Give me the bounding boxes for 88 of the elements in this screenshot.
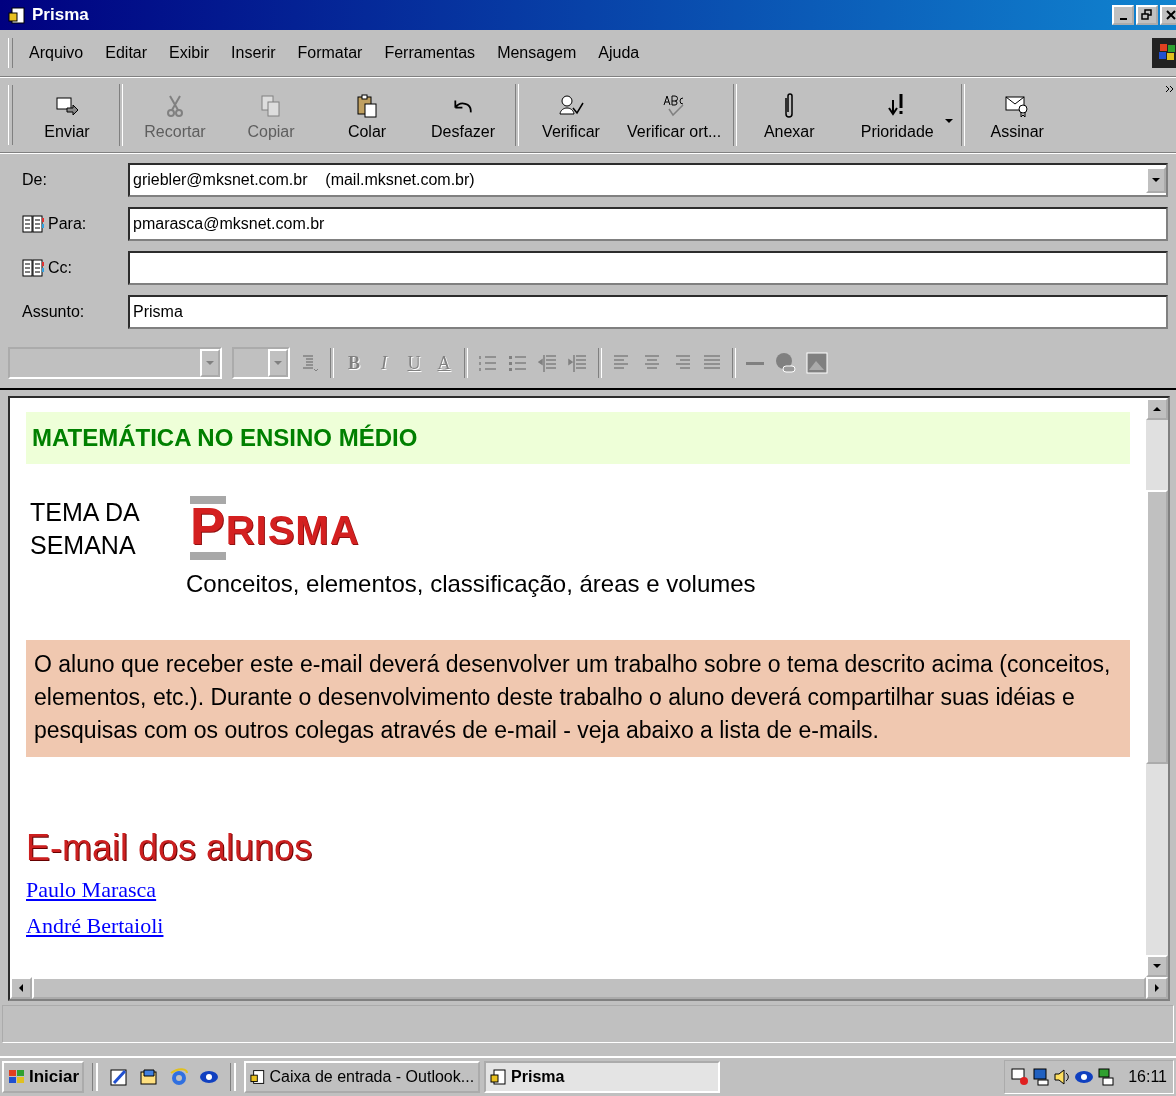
person-check-icon	[558, 94, 584, 118]
up-arrow-icon	[1153, 407, 1161, 411]
section-heading: MATEMÁTICA NO ENSINO MÉDIO	[26, 412, 1130, 464]
field-label: Para:	[48, 215, 87, 233]
vertical-scrollbar[interactable]	[1146, 398, 1168, 977]
clock: 16:11	[1128, 1068, 1167, 1086]
dropdown-button[interactable]	[1146, 167, 1166, 193]
theme-label: TEMA DA SEMANA	[29, 497, 140, 561]
close-icon	[1165, 9, 1176, 21]
menu-item[interactable]: Inserir	[231, 44, 276, 62]
email-link[interactable]: Paulo Marasca	[26, 875, 157, 905]
menu-item[interactable]: Formatar	[297, 44, 363, 62]
close-button[interactable]	[1160, 5, 1176, 25]
computer-icon[interactable]	[1097, 1068, 1116, 1086]
right-arrow-icon	[1155, 984, 1159, 992]
send-icon	[55, 94, 79, 118]
increase-indent-icon	[568, 353, 588, 373]
numbered-list-icon	[478, 353, 498, 373]
inbox-icon[interactable]	[139, 1067, 160, 1087]
input-field[interactable]	[128, 251, 1168, 285]
taskbar-button[interactable]: Caixa de entrada - Outlook...	[244, 1061, 481, 1093]
network-icon[interactable]	[1011, 1068, 1030, 1086]
caret-icon	[945, 119, 954, 123]
toolbar-button[interactable]: Verificar	[523, 85, 619, 145]
document-icon	[490, 1068, 509, 1086]
toolbar-button[interactable]: Desfazer	[415, 85, 511, 145]
toolbar-button[interactable]: Assinar	[969, 85, 1066, 145]
logo: PRISMA	[190, 496, 380, 560]
pencil-icon[interactable]	[109, 1067, 130, 1087]
windows-logo-icon	[1152, 38, 1176, 68]
browser-icon[interactable]	[169, 1067, 190, 1087]
restore-icon	[1141, 9, 1153, 21]
minimize-icon	[1119, 18, 1127, 20]
decrease-indent-icon	[538, 353, 558, 373]
signed-envelope-icon	[1004, 94, 1031, 118]
address-book-icon	[22, 215, 44, 233]
email-link[interactable]: André Bertaioli	[26, 911, 164, 941]
field-label: Assunto:	[22, 303, 85, 321]
windows-logo-icon	[7, 1068, 27, 1086]
toolbar-grip[interactable]	[8, 85, 13, 145]
undo-icon	[454, 99, 472, 113]
horizontal-line-icon	[746, 361, 764, 365]
menu-item[interactable]: Editar	[105, 44, 148, 62]
restore-button[interactable]	[1136, 5, 1158, 25]
caret-icon	[1152, 178, 1160, 182]
monitor-icon[interactable]	[1032, 1068, 1051, 1086]
more-icon	[1166, 86, 1174, 92]
clipboard-icon	[355, 94, 379, 118]
taskbar-grip[interactable]	[92, 1063, 99, 1091]
toolbar-button[interactable]: Anexar	[741, 85, 838, 145]
menu-item[interactable]: Mensagem	[497, 44, 577, 62]
menu-item[interactable]: Exibir	[169, 44, 210, 62]
toolbar-button[interactable]: Enviar	[19, 85, 115, 145]
menu-item[interactable]: Arquivo	[29, 44, 84, 62]
input-field[interactable]: griebler@mksnet.com.br (mail.mksnet.com.br)	[128, 163, 1168, 197]
caret-icon	[206, 361, 214, 365]
input-field[interactable]: Prisma	[128, 295, 1168, 329]
link-icon	[774, 352, 796, 374]
menu-item[interactable]: Ajuda	[598, 44, 640, 62]
bullet-list-icon	[508, 353, 528, 373]
channel-icon[interactable]	[1074, 1068, 1095, 1086]
notice-paragraph: O aluno que receber este e-mail deverá desenvolver um trabalho sobre o tema descrito acima (conceitos, elementos, etc.). Durante o desenvolvimento deste trabalho o aluno deverá compartilhar suas idéias e pesquisas com os outros colegas através de e-mail - veja abaixo a lista de e-mails.	[26, 640, 1130, 757]
minimize-button[interactable]	[1112, 5, 1134, 25]
toolbar-button[interactable]: Verificar ort...	[619, 85, 730, 145]
list-heading: E-mail dos alunos	[26, 827, 313, 869]
document-icon	[250, 1068, 267, 1086]
left-arrow-icon	[19, 984, 23, 992]
subtitle: Conceitos, elementos, classificação, áreas e volumes	[186, 570, 756, 598]
caret-icon	[274, 361, 282, 365]
field-label: Cc:	[48, 259, 72, 277]
copy-icon	[259, 94, 283, 118]
down-arrow-icon	[1153, 964, 1161, 968]
toolbar-button[interactable]: Prioridade	[837, 85, 958, 145]
paragraph-style-icon	[300, 353, 320, 373]
window-title: Prisma	[32, 5, 89, 25]
speaker-icon[interactable]	[1053, 1068, 1072, 1086]
input-field[interactable]: pmarasca@mksnet.com.br	[128, 207, 1168, 241]
taskbar-grip[interactable]	[230, 1063, 237, 1091]
taskbar-button[interactable]: Prisma	[484, 1061, 721, 1093]
toolbar-grip[interactable]	[8, 38, 13, 68]
menu-item[interactable]: Ferramentas	[384, 44, 476, 62]
toolbar-button[interactable]: Colar	[319, 85, 415, 145]
start-button[interactable]: Iniciar	[2, 1061, 85, 1093]
horizontal-scrollbar[interactable]	[10, 977, 1168, 999]
address-book-icon	[22, 259, 44, 277]
field-label: De:	[22, 171, 47, 189]
document-icon	[8, 5, 28, 25]
image-icon	[806, 352, 828, 374]
